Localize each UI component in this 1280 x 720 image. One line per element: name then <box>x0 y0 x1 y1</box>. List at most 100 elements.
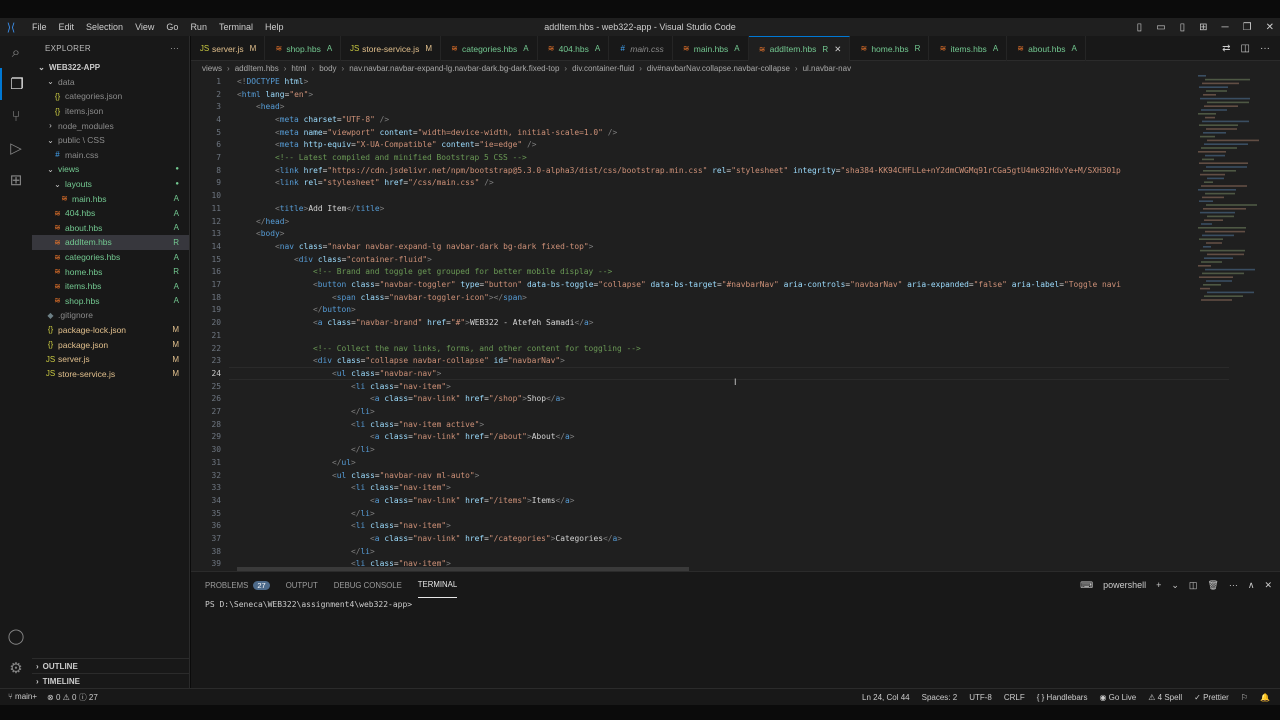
timeline-section[interactable]: › TIMELINE <box>32 673 190 688</box>
tab-store-service-js[interactable]: JS store-service.js M <box>341 36 441 61</box>
more-actions-icon[interactable]: ··· <box>1229 580 1238 590</box>
code-editor[interactable]: 1 <!DOCTYPE html> 2 <html lang="en"> 3 <head… <box>191 75 1280 571</box>
toggle-panel-icon[interactable]: ▭ <box>1156 22 1165 33</box>
cursor-position[interactable]: Ln 24, Col 44 <box>862 693 910 702</box>
menu-item-file[interactable]: File <box>26 22 53 32</box>
tab-home-hbs[interactable]: ≋ home.hbs R <box>850 36 930 61</box>
tree-item[interactable]: ≋ addItem.hbs R <box>32 235 189 250</box>
minimap-line <box>1203 132 1226 134</box>
tab-items-hbs[interactable]: ≋ items.hbs A <box>929 36 1008 61</box>
notifications-bell-icon[interactable]: 🔔 <box>1260 693 1270 702</box>
panel-tab-terminal[interactable]: TERMINAL <box>417 572 458 598</box>
toggle-sidebar-icon[interactable]: ▯ <box>1137 22 1143 33</box>
breadcrumb-item[interactable]: body <box>319 64 336 73</box>
prettier-status[interactable]: ✓ Prettier <box>1194 693 1229 702</box>
split-editor-icon[interactable]: ◫ <box>1241 43 1250 54</box>
indentation-status[interactable]: Spaces: 2 <box>922 693 958 702</box>
tree-item[interactable]: ≋ main.hbs A <box>32 191 189 206</box>
tree-item[interactable]: › node_modules <box>32 118 189 133</box>
tree-item[interactable]: {} categories.json <box>32 89 189 104</box>
breadcrumb-item[interactable]: html <box>291 64 306 73</box>
source-control-icon[interactable]: ⑂ <box>0 100 32 132</box>
terminal-output[interactable]: PS D:\Seneca\WEB322\assignment4\web322-a… <box>191 598 1280 611</box>
eol-status[interactable]: CRLF <box>1004 693 1025 702</box>
close-tab-icon[interactable]: ✕ <box>834 44 841 55</box>
tab-categories-hbs[interactable]: ≋ categories.hbs A <box>441 36 538 61</box>
tree-item[interactable]: ⌄ views ● <box>32 162 189 177</box>
trash-icon[interactable]: 🗑 <box>1207 580 1218 591</box>
toggle-secondary-sidebar-icon[interactable]: ▯ <box>1180 22 1186 33</box>
tree-item[interactable]: JS server.js M <box>32 352 189 367</box>
tab-about-hbs[interactable]: ≋ about.hbs A <box>1007 36 1086 61</box>
breadcrumb-item[interactable]: nav.navbar.navbar-expand-lg.navbar-dark.… <box>349 64 559 73</box>
new-terminal-icon[interactable]: + <box>1156 580 1161 590</box>
split-terminal-icon[interactable]: ◫ <box>1189 580 1198 591</box>
tree-item[interactable]: ≋ about.hbs A <box>32 221 189 236</box>
extensions-icon[interactable]: ⊞ <box>0 164 32 196</box>
tab-shop-hbs[interactable]: ≋ shop.hbs A <box>265 36 342 61</box>
tab-404-hbs[interactable]: ≋ 404.hbs A <box>538 36 610 61</box>
more-actions-icon[interactable]: ··· <box>170 44 179 53</box>
outline-section[interactable]: › OUTLINE <box>32 658 190 673</box>
go-live-status[interactable]: ◉ Go Live <box>1099 693 1136 702</box>
more-actions-icon[interactable]: ··· <box>1260 43 1270 54</box>
tree-item[interactable]: {} package-lock.json M <box>32 323 189 338</box>
encoding-status[interactable]: UTF-8 <box>969 693 992 702</box>
project-root[interactable]: ⌄ WEB322-APP <box>32 60 189 75</box>
breadcrumb-item[interactable]: views <box>202 64 222 73</box>
tree-item[interactable]: ⌄ data <box>32 75 189 90</box>
menu-item-view[interactable]: View <box>129 22 160 32</box>
tree-item[interactable]: # main.css <box>32 148 189 163</box>
breadcrumb-item[interactable]: div#navbarNav.collapse.navbar-collapse <box>647 64 790 73</box>
account-icon[interactable]: ◯ <box>0 620 32 652</box>
tree-item[interactable]: {} package.json M <box>32 337 189 352</box>
tree-item[interactable]: ≋ shop.hbs A <box>32 294 189 309</box>
spell-status[interactable]: ⚠ 4 Spell <box>1148 693 1182 702</box>
tab-additem-hbs[interactable]: ≋ addItem.hbs R ✕ <box>748 36 851 61</box>
tree-item[interactable]: ⌄ layouts ● <box>32 177 189 192</box>
tree-item[interactable]: ≋ home.hbs R <box>32 264 189 279</box>
terminal-shell-label[interactable]: powershell <box>1103 580 1146 590</box>
panel-tab-output[interactable]: OUTPUT <box>286 572 318 598</box>
vertical-scrollbar[interactable] <box>1268 75 1280 571</box>
code-token: class <box>384 394 409 404</box>
files-icon[interactable]: ❐ <box>0 68 32 100</box>
tree-item[interactable]: ≋ categories.hbs A <box>32 250 189 265</box>
menu-item-terminal[interactable]: Terminal <box>213 22 259 32</box>
panel-tab-debug-console[interactable]: DEBUG CONSOLE <box>334 572 402 598</box>
menu-item-run[interactable]: Run <box>184 22 213 32</box>
problems-status[interactable]: ⊗ 0 ⚠ 0 ⓘ 27 <box>47 692 98 703</box>
breadcrumb-item[interactable]: addItem.hbs <box>235 64 279 73</box>
customize-layout-icon[interactable]: ⊞ <box>1199 22 1207 33</box>
menu-item-help[interactable]: Help <box>259 22 290 32</box>
menu-item-selection[interactable]: Selection <box>80 22 129 32</box>
close-window-button[interactable]: ✕ <box>1266 22 1274 33</box>
minimap[interactable] <box>1196 75 1266 315</box>
tree-item[interactable]: ◆ .gitignore <box>32 308 189 323</box>
maximize-panel-icon[interactable]: ∧ <box>1248 580 1255 591</box>
chevron-down-icon[interactable]: ⌄ <box>1171 580 1179 591</box>
minimize-button[interactable]: ─ <box>1222 22 1229 33</box>
explorer-icon[interactable]: ⌕ <box>0 36 32 68</box>
settings-gear-icon[interactable]: ⚙ <box>0 652 32 684</box>
language-status[interactable]: { } Handlebars <box>1037 693 1088 702</box>
menu-item-edit[interactable]: Edit <box>53 22 81 32</box>
maximize-button[interactable]: ❐ <box>1243 22 1252 33</box>
run-debug-icon[interactable]: ▷ <box>0 132 32 164</box>
tree-item[interactable]: ≋ 404.hbs A <box>32 206 189 221</box>
breadcrumb-item[interactable]: div.container-fluid <box>572 64 634 73</box>
tab-server-js[interactable]: JS server.js M <box>191 36 266 61</box>
menu-item-go[interactable]: Go <box>160 22 184 32</box>
panel-tab-problems[interactable]: PROBLEMS 27 <box>205 572 270 598</box>
tree-item[interactable]: JS store-service.js M <box>32 366 189 381</box>
tab-main-hbs[interactable]: ≋ main.hbs A <box>673 36 749 61</box>
breadcrumb-item[interactable]: ul.navbar-nav <box>803 64 851 73</box>
close-panel-icon[interactable]: ✕ <box>1264 580 1272 591</box>
compare-changes-icon[interactable]: ⇄ <box>1222 43 1230 54</box>
tree-item[interactable]: {} items.json <box>32 104 189 119</box>
tab-main-css[interactable]: # main.css <box>609 36 673 61</box>
feedback-icon[interactable]: ⚐ <box>1241 693 1248 702</box>
branch-status[interactable]: ⑂ main+ <box>8 692 37 703</box>
tree-item[interactable]: ⌄ public \ CSS <box>32 133 189 148</box>
tree-item[interactable]: ≋ items.hbs A <box>32 279 189 294</box>
